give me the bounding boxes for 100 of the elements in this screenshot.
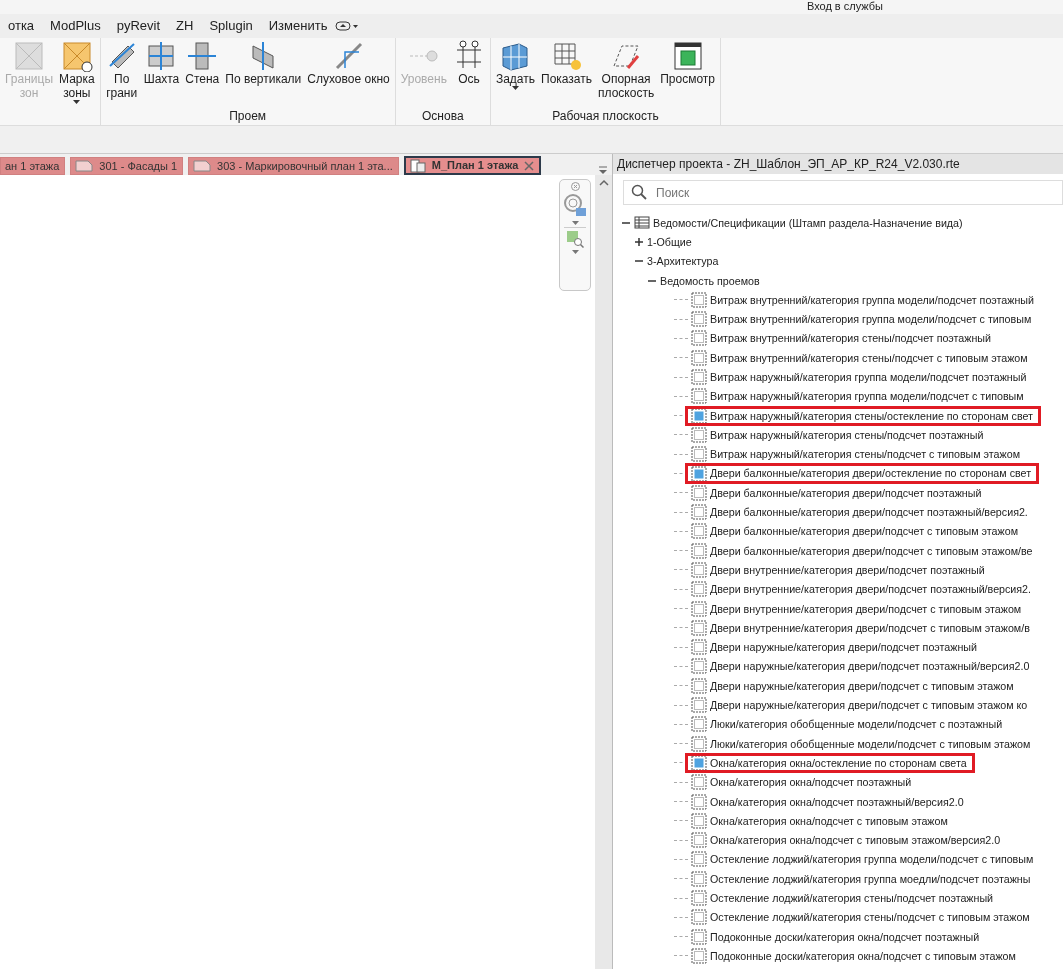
schedule-icon[interactable] (691, 349, 707, 366)
menu-item[interactable]: ZH (168, 16, 202, 36)
menu-item[interactable]: ModPlus (42, 16, 109, 36)
schedule-icon[interactable] (691, 369, 707, 385)
caret-icon[interactable] (571, 250, 579, 254)
view-tab[interactable]: М_План 1 этажа (403, 156, 542, 175)
schedule-icon[interactable] (691, 542, 707, 559)
tree-item[interactable]: Двери внутренние/категория двери/подсчет с типовым этажом/в (710, 619, 1030, 636)
tree-item[interactable]: Витраж наружный/категория стены/остекление по сторонам свет (710, 407, 1033, 424)
tree-item[interactable]: Люки/категория обобщенные модели/подсчет с типовым этажом (710, 735, 1031, 752)
schedule-icon[interactable] (691, 677, 707, 694)
tree-item[interactable]: Двери балконные/категория двери/подсчет поэтажный/версия2. (710, 504, 1028, 521)
ribbon-button[interactable]: По грани (102, 40, 141, 100)
schedule-icon[interactable] (691, 812, 707, 829)
schedule-icon[interactable] (691, 658, 707, 675)
close-icon[interactable] (524, 160, 535, 171)
tree-item[interactable]: Двери балконные/категория двери/остекление по сторонам свет (710, 465, 1032, 482)
ribbon-button[interactable]: Просмотр (657, 40, 718, 86)
tree-item[interactable]: Окна/категория окна/подсчет с типовым этажом/версия2.0 (710, 832, 1001, 849)
schedule-icon[interactable] (691, 600, 707, 617)
scrollbar[interactable] (595, 175, 612, 969)
tree-item[interactable]: Двери внутренние/категория двери/подсчет поэтажный (710, 561, 985, 578)
schedule-icon[interactable] (691, 947, 707, 964)
tree-item[interactable]: Двери балконные/категория двери/подсчет поэтажный (710, 484, 982, 501)
tree-item[interactable]: Витраж наружный/категория группа модели/подсчет поэтажный (710, 369, 1027, 386)
sign-in-text[interactable]: Вход в службы (806, 0, 883, 14)
expand-icon[interactable] (634, 236, 644, 247)
tree-item[interactable]: Витраж наружный/категория группа модели/подсчет с типовым (710, 388, 1024, 405)
ribbon-button[interactable]: Задать (492, 40, 538, 90)
tree-item[interactable]: Окна/категория окна/остекление по сторонам света (710, 754, 967, 771)
schedule-icon[interactable] (691, 735, 707, 752)
menu-item[interactable]: Изменить (260, 16, 336, 36)
schedule-icon[interactable] (691, 619, 707, 636)
tree-item[interactable]: Двери наружные/категория двери/подсчет поэтажный/версия2.0 (710, 658, 1030, 675)
schedule-icon[interactable] (691, 909, 707, 926)
view-tab[interactable]: 301 - Фасады 1 (70, 157, 184, 175)
tree-item[interactable]: Подоконные доски/категория окна/подсчет поэтажный (710, 928, 980, 945)
menu-item[interactable]: отка (0, 16, 43, 36)
wheel-2d-icon[interactable] (563, 193, 587, 219)
schedule-icon[interactable] (691, 581, 707, 598)
schedule-icon[interactable] (691, 484, 707, 501)
tree-item[interactable]: Витраж внутренний/категория стены/подсчет поэтажный (710, 330, 991, 347)
schedule-icon[interactable] (691, 793, 707, 810)
zoom-icon[interactable] (566, 230, 584, 248)
caret-icon[interactable] (571, 221, 579, 225)
schedule-filled-icon[interactable] (691, 465, 707, 482)
tree-item[interactable]: 3-Архитектура (647, 253, 719, 270)
ribbon-button[interactable]: По вертикали (222, 40, 305, 86)
schedule-icon[interactable] (691, 851, 707, 868)
tree-item[interactable]: Остекление лоджий/категория стены/подсчет поэтажный (710, 890, 994, 907)
tree-item[interactable]: Остекление лоджий/категория стены/подсчет с типовым этажом (710, 909, 1030, 926)
tree-item[interactable]: Двери наружные/категория двери/подсчет с типовым этажом ко (710, 697, 1028, 714)
tree-item[interactable]: Двери балконные/категория двери/подсчет с типовым этажом/ве (710, 542, 1033, 559)
tree-item[interactable]: Двери внутренние/категория двери/подсчет с типовым этажом (710, 600, 1022, 617)
tree-item[interactable]: Ведомости/Спецификации (Штамп раздела-Назначение вида) (653, 214, 963, 231)
ribbon-button[interactable]: Слуховое окно (304, 40, 393, 86)
view-tab[interactable]: 303 - Маркировочный план 1 эта... (188, 157, 399, 175)
ribbon-button[interactable]: Шахта (140, 40, 183, 86)
tree-item[interactable]: Витраж внутренний/категория стены/подсчет с типовым этажом (710, 349, 1028, 366)
tree-item[interactable]: Остекление лоджий/категория группа модели/подсчет с типовым (710, 851, 1034, 868)
tree-item[interactable]: Витраж наружный/категория стены/подсчет с типовым этажом (710, 446, 1020, 463)
tab-list-icon[interactable] (598, 165, 608, 175)
tree-item[interactable]: Окна/категория окна/подсчет поэтажный/версия2.0 (710, 793, 964, 810)
schedule-icon[interactable] (691, 639, 707, 656)
tree-item[interactable]: Подоконные доски/категория окна/подсчет с типовым этажом (710, 947, 1016, 964)
tree-item[interactable]: Ведомость проемов (660, 272, 760, 289)
schedule-icon[interactable] (691, 774, 707, 791)
schedule-icon[interactable] (691, 446, 707, 463)
ribbon-button[interactable]: Показать (538, 40, 596, 86)
schedule-icon[interactable] (691, 504, 707, 521)
schedule-icon[interactable] (691, 330, 707, 347)
schedule-filled-icon[interactable] (691, 754, 707, 771)
tree-item[interactable]: Витраж внутренний/категория группа модели/подсчет поэтажный (710, 291, 1034, 308)
menu-item[interactable]: pyRevit (108, 16, 169, 36)
ribbon-button[interactable]: Марка зоны (56, 40, 98, 104)
tree-item[interactable]: Остекление лоджий/категория группа моедли/подсчет поэтажны (710, 870, 1031, 887)
schedule-icon[interactable] (691, 832, 707, 849)
search-field[interactable]: Поиск (623, 180, 1063, 205)
schedule-icon[interactable] (691, 890, 707, 907)
tree-item[interactable]: Двери наружные/категория двери/подсчет с типовым этажом (710, 677, 1014, 694)
schedule-icon[interactable] (691, 562, 707, 578)
tree-item[interactable]: Окна/категория окна/подсчет с типовым этажом (710, 812, 948, 829)
tree-item[interactable]: Двери балконные/категория двери/подсчет с типовым этажом (710, 523, 1018, 540)
tree-item[interactable]: 1-Общие (647, 233, 692, 250)
tree-item[interactable]: Окна/категория окна/подсчет поэтажный (710, 774, 912, 791)
view-tab[interactable]: ан 1 этажа (0, 157, 66, 175)
display-dropdown-icon[interactable] (335, 20, 360, 32)
schedule-icon[interactable] (691, 697, 707, 714)
ribbon-button[interactable]: Стена (182, 40, 223, 86)
schedule-icon[interactable] (691, 870, 707, 887)
ribbon-button[interactable]: Опорная плоскость (595, 40, 658, 100)
tree-item[interactable]: Витраж внутренний/категория группа модели/подсчет с типовым (710, 311, 1032, 328)
menu-item[interactable]: Splugin (201, 16, 261, 36)
tree-item[interactable]: Люки/категория обобщенные модели/подсчет с поэтажный (710, 716, 1003, 733)
tree-item[interactable]: Двери наружные/категория двери/подсчет поэтажный (710, 639, 977, 656)
schedule-icon[interactable] (691, 291, 707, 308)
schedule-icon[interactable] (691, 388, 707, 405)
schedule-icon[interactable] (691, 928, 707, 945)
tree-item[interactable]: Двери внутренние/категория двери/подсчет поэтажный/версия2. (710, 581, 1032, 598)
ribbon-button[interactable]: Ось (449, 40, 488, 86)
